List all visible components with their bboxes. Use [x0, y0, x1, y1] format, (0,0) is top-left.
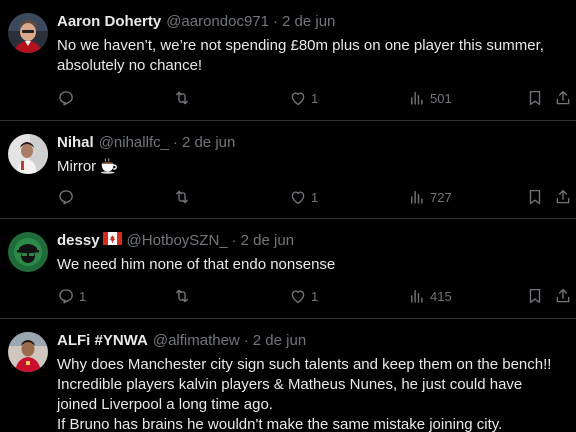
tweet-date[interactable]: 2 de jun: [253, 332, 306, 349]
like-icon: [291, 290, 305, 304]
retweet-icon: [176, 289, 188, 303]
retweet-button[interactable]: [173, 88, 195, 108]
tweet-text-line: Incredible players kalvin players & Math…: [57, 376, 523, 393]
author-name[interactable]: ALFi #YNWA: [57, 332, 148, 349]
like-icon: [291, 191, 305, 205]
tweet-date[interactable]: 2 de jun: [241, 232, 294, 249]
retweet-icon: [176, 190, 188, 204]
retweet-button[interactable]: [173, 286, 195, 306]
views-count: 727: [430, 189, 452, 205]
avatar[interactable]: [8, 13, 48, 53]
like-button[interactable]: 1: [289, 187, 318, 207]
reply-icon: [59, 289, 73, 304]
views-count: 501: [430, 90, 452, 106]
tweet-dessy[interactable]: dessy @HotboySZN_ · 2 de jun We need him…: [0, 219, 576, 319]
share-button[interactable]: [554, 187, 572, 207]
like-button[interactable]: 1: [289, 286, 318, 306]
avatar[interactable]: [8, 134, 48, 174]
tweet-nihal[interactable]: Nihal @nihallfc_ · 2 de jun Mirror 1 727: [0, 121, 576, 219]
views-button[interactable]: 415: [408, 286, 452, 306]
share-button[interactable]: [554, 286, 572, 306]
tweet-text-word: Mirror: [57, 158, 97, 175]
separator-dot: ·: [243, 332, 249, 349]
share-button[interactable]: [554, 88, 572, 108]
canada-flag-icon: [102, 232, 122, 245]
views-icon: [411, 92, 423, 105]
tweet-date[interactable]: 2 de jun: [282, 13, 335, 30]
reply-button[interactable]: 1: [57, 286, 86, 306]
share-icon: [556, 90, 570, 105]
tweet-text-line: joined Liverpool a long time ago.: [57, 396, 273, 413]
bookmark-icon: [529, 288, 541, 304]
tweet-text: We need him none of that endo nonsense: [57, 255, 566, 275]
retweet-button[interactable]: [173, 187, 195, 207]
tweet-text-line: No we haven’t, we’re not spending £80m p…: [57, 37, 544, 54]
like-button[interactable]: 1: [289, 88, 318, 108]
reply-button[interactable]: [57, 187, 79, 207]
like-icon: [291, 92, 305, 106]
reply-button[interactable]: [57, 88, 79, 108]
share-icon: [556, 189, 570, 204]
views-button[interactable]: 727: [408, 187, 452, 207]
like-count: 1: [311, 288, 319, 304]
action-bar: 1 1 415: [57, 286, 570, 306]
author-handle[interactable]: @alfimathew: [153, 332, 240, 349]
tweet-alfi[interactable]: ALFi #YNWA @alfimathew · 2 de jun Why do…: [0, 319, 576, 432]
tweet-text: Why does Manchester city sign such talen…: [57, 355, 566, 432]
author-handle[interactable]: @aarondoc971: [166, 13, 269, 30]
like-count: 1: [311, 90, 319, 106]
author-name[interactable]: Nihal: [57, 134, 94, 151]
retweet-icon: [176, 91, 188, 105]
tweet-text-line: We need him none of that endo nonsense: [57, 256, 336, 273]
author-handle[interactable]: @nihallfc_: [99, 134, 169, 151]
bookmark-button[interactable]: [526, 286, 544, 306]
tweet-text: No we haven’t, we’re not spending £80m p…: [57, 36, 566, 76]
tweet-date[interactable]: 2 de jun: [182, 134, 235, 151]
author-handle[interactable]: @HotboySZN_: [127, 232, 228, 249]
share-icon: [556, 288, 570, 303]
action-bar: 1 727: [57, 187, 570, 207]
separator-dot: ·: [231, 232, 237, 249]
views-icon: [411, 290, 423, 303]
reply-count: 1: [79, 288, 87, 304]
views-icon: [411, 191, 423, 204]
separator-dot: ·: [172, 134, 178, 151]
avatar[interactable]: [8, 232, 48, 272]
tweet-text-line: If Bruno has brains he wouldn't make the…: [57, 416, 503, 432]
like-count: 1: [311, 189, 319, 205]
bookmark-icon: [529, 90, 541, 106]
reply-feed: Aaron Doherty @aarondoc971 · 2 de jun No…: [0, 0, 576, 432]
author-name[interactable]: Aaron Doherty: [57, 13, 161, 30]
tweet-text-line: Mirror: [57, 157, 566, 177]
bookmark-button[interactable]: [526, 187, 544, 207]
coffee-emoji-icon: [100, 157, 118, 174]
tweet-text: Mirror: [57, 157, 566, 177]
bookmark-button[interactable]: [526, 88, 544, 108]
reply-icon: [59, 190, 73, 205]
separator-dot: ·: [273, 13, 278, 30]
tweet-text-line: Why does Manchester city sign such talen…: [57, 356, 552, 373]
action-bar: 1 501: [57, 88, 570, 108]
avatar[interactable]: [8, 332, 48, 372]
tweet-text-line: absolutely no chance!: [57, 57, 203, 74]
views-count: 415: [430, 288, 452, 304]
reply-icon: [59, 91, 73, 106]
bookmark-icon: [529, 189, 541, 205]
tweet-aaron-doherty[interactable]: Aaron Doherty @aarondoc971 · 2 de jun No…: [0, 0, 576, 121]
author-name[interactable]: dessy: [57, 232, 100, 249]
views-button[interactable]: 501: [408, 88, 452, 108]
